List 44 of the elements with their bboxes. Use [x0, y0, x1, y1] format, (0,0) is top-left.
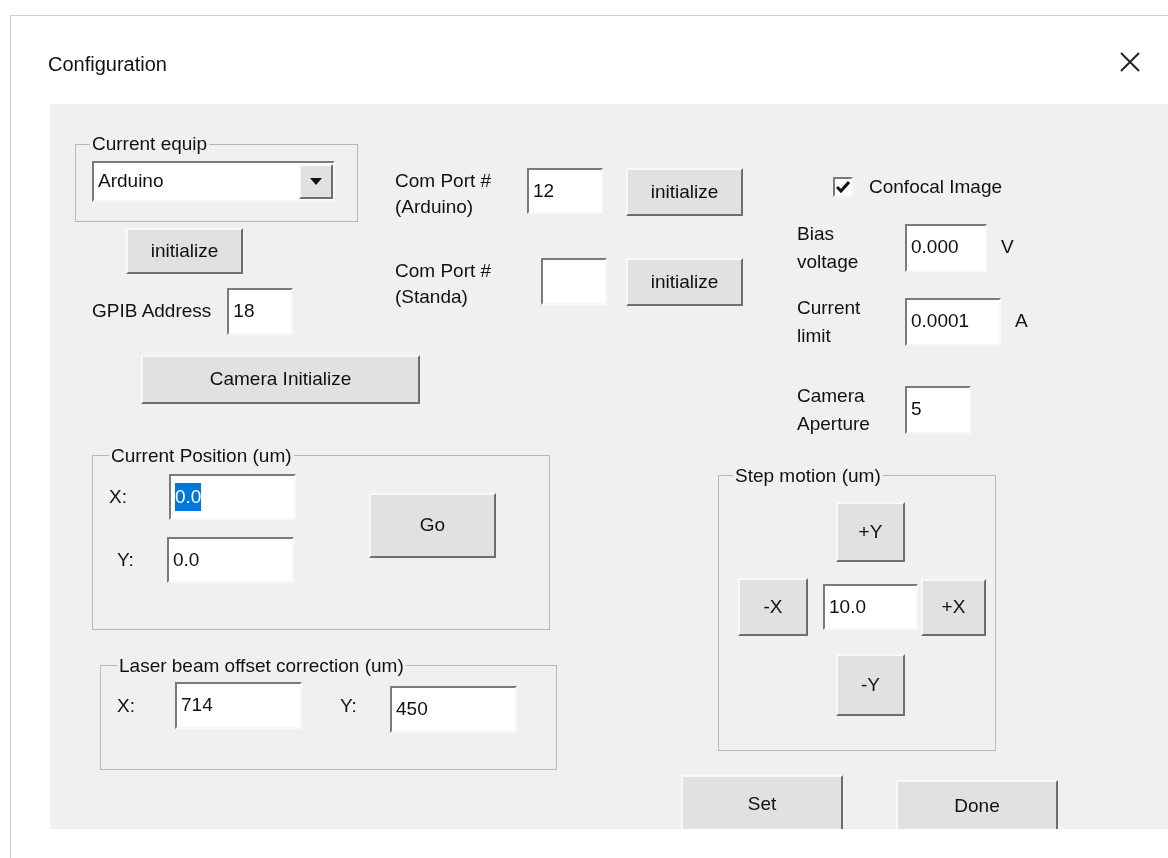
- y-position-field[interactable]: 0.0: [167, 537, 294, 583]
- camera-initialize-button[interactable]: Camera Initialize: [141, 355, 420, 404]
- step-down-button[interactable]: -Y: [836, 654, 905, 716]
- unit-label: V: [1001, 235, 1014, 260]
- field-label: GPIB Address: [92, 299, 212, 324]
- initialize-button[interactable]: initialize: [626, 258, 743, 306]
- field-label: X:: [109, 484, 128, 509]
- initialize-button[interactable]: initialize: [126, 228, 243, 274]
- go-button[interactable]: Go: [369, 493, 496, 558]
- x-offset-field[interactable]: 714: [175, 682, 302, 729]
- field-label: Com Port # (Standa): [395, 259, 493, 309]
- equip-dropdown[interactable]: Arduino: [92, 160, 335, 202]
- step-up-button[interactable]: +Y: [836, 502, 905, 562]
- dialog-button[interactable]: Done: [896, 779, 1058, 829]
- dialog-button[interactable]: Set: [681, 774, 843, 829]
- window-title: Configuration: [48, 51, 167, 77]
- gpib-address-field[interactable]: 18: [227, 288, 294, 335]
- com-port-field[interactable]: 12: [527, 168, 603, 214]
- field-label: X:: [117, 694, 136, 718]
- step-right-button[interactable]: +X: [921, 578, 986, 636]
- group-title: Laser beam offset correction (um): [118, 653, 405, 678]
- step-left-button[interactable]: -X: [738, 578, 808, 636]
- dropdown-value: Arduino: [98, 168, 164, 193]
- value-field[interactable]: 5: [905, 385, 971, 434]
- group-title: Step motion (um): [734, 463, 882, 488]
- field-label: Com Port # (Arduino): [395, 169, 493, 219]
- group-title: Current Position (um): [110, 443, 293, 468]
- checkbox[interactable]: [833, 177, 853, 198]
- y-offset-field[interactable]: 450: [390, 686, 517, 733]
- value-field[interactable]: 0.0001: [905, 297, 1001, 346]
- checkbox-label: Confocal Image: [869, 175, 1003, 199]
- group-title: Current equip: [91, 132, 209, 156]
- field-label: Camera Aperture: [797, 383, 871, 436]
- dropdown-caret-icon[interactable]: [299, 163, 333, 199]
- initialize-button[interactable]: initialize: [626, 168, 743, 216]
- x-position-field[interactable]: 0.0: [169, 474, 296, 520]
- field-label: Y:: [116, 547, 135, 572]
- step-size-field[interactable]: 10.0: [823, 584, 918, 630]
- field-label: Current limit: [797, 295, 862, 348]
- value-field[interactable]: 0.000: [905, 223, 987, 272]
- unit-label: A: [1015, 309, 1028, 334]
- com-port-field[interactable]: [541, 258, 607, 305]
- field-label: Y:: [340, 694, 358, 718]
- field-label: Bias voltage: [797, 221, 860, 274]
